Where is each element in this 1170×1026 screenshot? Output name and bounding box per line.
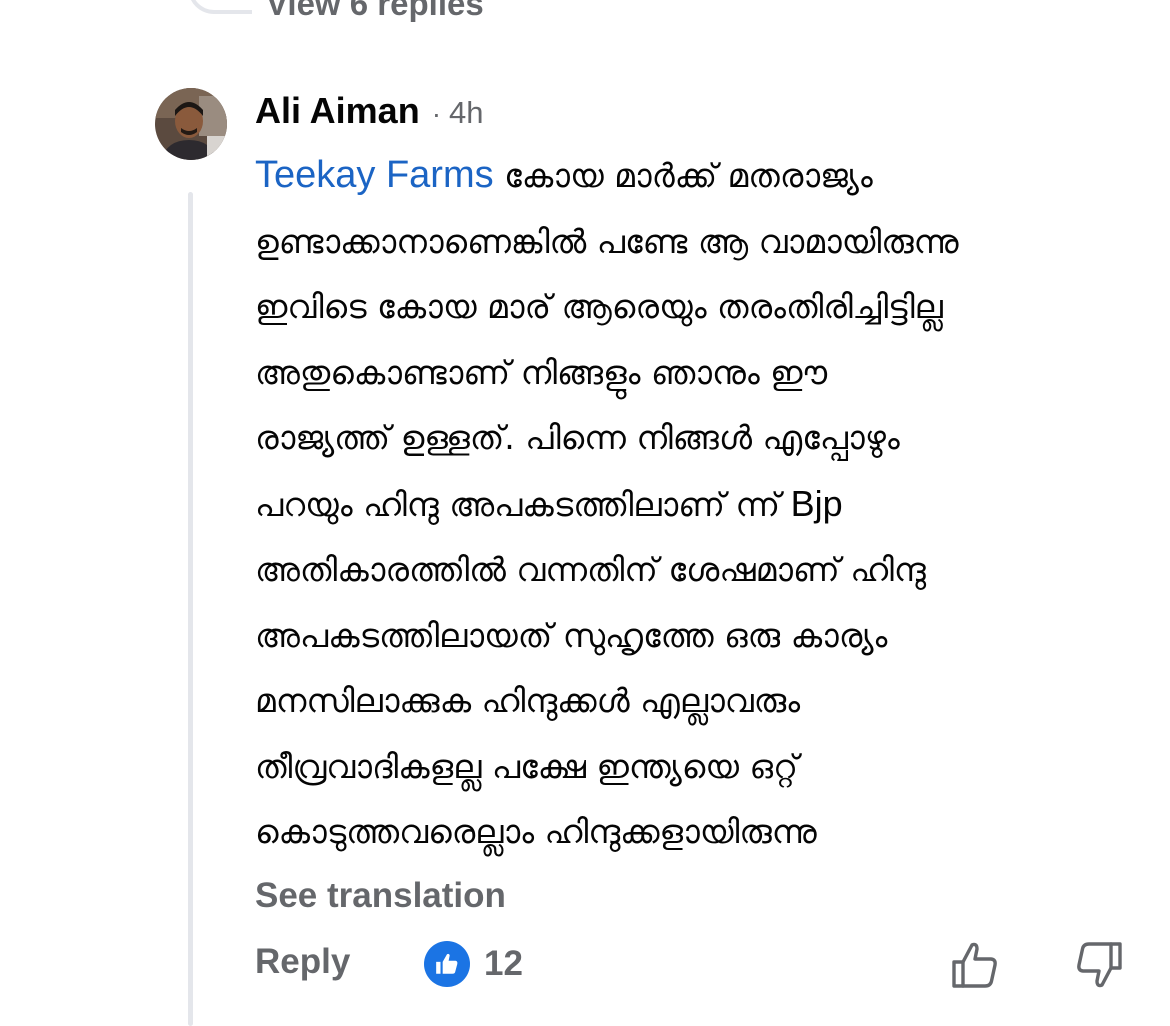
avatar[interactable]	[155, 88, 227, 160]
comment-line: ഉണ്ടാക്കാനാണെങ്കിൽ പണ്ടേ ആ വാമായിരുന്നു	[255, 221, 959, 261]
comment-header: Ali Aiman · 4h	[255, 90, 484, 136]
comment-text: പറയും ഹിന്ദു അപകടത്തിലാണ് ന്ന്	[255, 484, 781, 524]
comment-line: മനസിലാക്കുക ഹിന്ദുക്കൾ എല്ലാവരും	[255, 681, 801, 720]
comment-line: അപകടത്തിലായത് സുഹൃത്തേ ഒരു കാര്യം	[255, 615, 888, 655]
meta-separator: ·	[431, 98, 442, 129]
comment-text-latin: Bjp	[790, 482, 843, 524]
like-thumb-icon	[424, 941, 470, 987]
thread-connector	[188, 0, 252, 14]
reply-button[interactable]: Reply	[255, 942, 350, 982]
author-name[interactable]: Ali Aiman	[255, 90, 420, 132]
comment-line: ഇവിടെ കോയ മാര് ആരെയും തരംതിരിച്ചിട്ടില്ല	[255, 287, 943, 326]
comment-line: അതികാരത്തിൽ വന്നതിന് ശേഷമാണ് ഹിന്ദു	[255, 550, 926, 589]
view-replies-link[interactable]: View 6 replies	[266, 0, 484, 22]
comment-line: പറയും ഹിന്ദു അപകടത്തിലാണ് ന്ന് Bjp	[255, 471, 1135, 538]
comment-line: Teekay Farms കോയ മാർക്ക് മതരാജ്യം	[255, 143, 1135, 209]
timestamp[interactable]: 4h	[449, 95, 483, 131]
comment-body: Teekay Farms കോയ മാർക്ക് മതരാജ്യം ഉണ്ടാക…	[255, 143, 1135, 865]
thumbs-down-outline-icon[interactable]	[1074, 940, 1124, 990]
mention-link[interactable]: Teekay Farms	[255, 154, 494, 196]
comment-line: അതുകൊണ്ടാണ് നിങ്ങളും ഞാനും ഈ	[255, 352, 828, 392]
comment-line: തീവ്രവാദികളല്ല പക്ഷേ ഇന്ത്യയെ ഒറ്റ്	[255, 746, 799, 786]
thumbs-up-outline-icon[interactable]	[950, 940, 1000, 990]
comment-line: കൊടുത്തവരെല്ലാം ഹിന്ദുക്കളായിരുന്നു	[255, 812, 817, 851]
avatar-photo	[155, 88, 227, 160]
reaction-count: 12	[484, 944, 523, 983]
thread-line	[188, 192, 193, 1026]
reaction-summary[interactable]: 12	[424, 940, 523, 988]
see-translation-link[interactable]: See translation	[255, 876, 506, 916]
comment-line: രാജ്യത്ത് ഉള്ളത്. പിന്നെ നിങ്ങൾ എപ്പോഴും	[255, 418, 900, 457]
comment-text: കോയ മാർക്ക് മതരാജ്യം	[504, 156, 873, 195]
